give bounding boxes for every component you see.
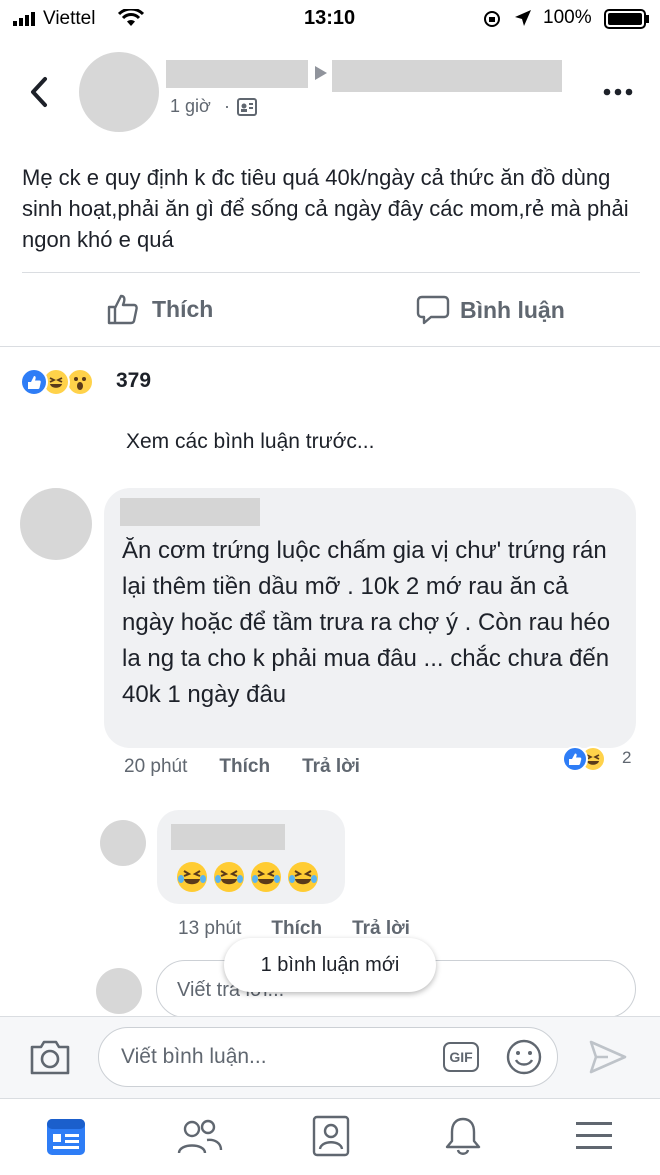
menu-icon[interactable]	[574, 1119, 614, 1153]
signal-icon	[13, 12, 37, 26]
comment-reactions[interactable]: 2	[562, 744, 642, 774]
comment-input-placeholder: Viết bình luận...	[121, 1045, 267, 1068]
laughing-emoji-icon	[177, 862, 207, 892]
comment-button[interactable]: Bình luận	[416, 294, 565, 326]
my-avatar	[96, 968, 142, 1014]
battery-icon	[604, 9, 650, 29]
share-arrow-icon	[314, 65, 328, 81]
like-reaction-icon	[562, 746, 588, 772]
avatar[interactable]	[79, 52, 159, 132]
comment-icon	[416, 294, 450, 326]
like-button[interactable]: Thích	[106, 292, 213, 326]
view-previous-comments[interactable]: Xem các bình luận trước...	[126, 430, 374, 454]
post-time: 1 giờ	[170, 96, 211, 116]
comment-label: Bình luận	[460, 296, 565, 323]
reaction-summary[interactable]: 379	[20, 366, 160, 398]
comment-time: 20 phút	[124, 756, 188, 777]
news-feed-icon[interactable]	[45, 1117, 87, 1157]
reply-reply-link[interactable]: Trả lời	[352, 918, 410, 940]
composer-bar: Viết bình luận... GIF	[0, 1016, 660, 1098]
laughing-emoji-icon	[288, 862, 318, 892]
new-comment-label: 1 bình luận mới	[260, 953, 400, 976]
comment-reaction-count: 2	[622, 748, 632, 767]
reply-time: 13 phút	[178, 918, 242, 939]
commenter-avatar[interactable]	[20, 488, 92, 560]
like-reaction-icon	[20, 368, 48, 396]
section-divider	[0, 346, 660, 347]
reply-like-link[interactable]: Thích	[271, 918, 322, 940]
reaction-count: 379	[116, 369, 152, 392]
laughing-emoji-icon	[251, 862, 281, 892]
redacted-group-name[interactable]	[332, 60, 562, 92]
reply-meta: 13 phút Thích Trả lời	[178, 918, 410, 940]
comment-text: Ăn cơm trứng luộc chấm gia vị chư' trứng…	[122, 537, 611, 708]
profile-icon[interactable]	[312, 1115, 350, 1157]
back-icon[interactable]	[28, 76, 50, 108]
wifi-icon	[118, 9, 144, 27]
redacted-replier-name[interactable]	[171, 824, 285, 850]
bottom-nav	[0, 1098, 660, 1175]
post-text: Mẹ ck e quy định k đc tiêu quá 40k/ngày …	[22, 165, 629, 252]
like-label: Thích	[152, 295, 214, 322]
redacted-commenter-name[interactable]	[120, 498, 260, 526]
new-comment-toast[interactable]: 1 bình luận mới	[224, 938, 436, 992]
wow-reaction-icon	[66, 368, 94, 396]
separator-dot: ·	[224, 96, 230, 116]
gif-button[interactable]: GIF	[443, 1042, 479, 1072]
send-icon[interactable]	[588, 1039, 628, 1075]
emoji-icon[interactable]	[505, 1038, 543, 1076]
laughing-emoji-icon	[214, 862, 244, 892]
comment-input[interactable]: Viết bình luận... GIF	[98, 1027, 558, 1087]
comment-bubble: Ăn cơm trứng luộc chấm gia vị chư' trứng…	[104, 488, 636, 748]
reply-avatar[interactable]	[100, 820, 146, 866]
friends-icon[interactable]	[177, 1117, 223, 1157]
reply-bubble	[157, 810, 345, 904]
divider	[22, 272, 640, 273]
comment-reply-link[interactable]: Trả lời	[302, 756, 360, 778]
redacted-author-name[interactable]	[166, 60, 308, 88]
audience-icon	[237, 98, 257, 116]
clock: 13:10	[304, 7, 356, 29]
thumbs-up-icon	[106, 292, 140, 326]
comment-meta: 20 phút Thích Trả lời	[124, 756, 360, 778]
comment-like-link[interactable]: Thích	[219, 756, 270, 778]
rotation-lock-icon	[482, 9, 502, 29]
notifications-bell-icon[interactable]	[444, 1115, 482, 1157]
gif-label: GIF	[449, 1049, 473, 1065]
battery-percent: 100%	[543, 7, 592, 28]
carrier-name: Viettel	[43, 8, 96, 29]
more-options-icon[interactable]	[603, 88, 633, 96]
location-icon	[514, 9, 532, 27]
camera-icon[interactable]	[28, 1037, 72, 1077]
